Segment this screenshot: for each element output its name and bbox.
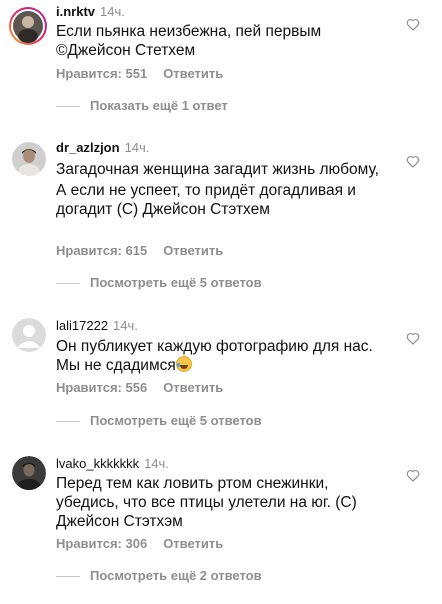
comment-line: А если не успеет, то придёт догадливая и…: [56, 182, 356, 218]
comment-actions: Нравится: 306 Ответить: [56, 536, 223, 552]
divider: [56, 283, 80, 285]
comment-line: ©Джейсон Стетхем: [56, 42, 196, 59]
comment-text: Перед тем как ловить ртом снежинки, убед…: [56, 474, 386, 531]
username[interactable]: dr_azlzjon: [56, 140, 120, 155]
heart-outline-icon[interactable]: [406, 332, 420, 345]
view-replies-label: Посмотреть ещё 5 ответов: [90, 275, 262, 290]
timestamp: 14ч.: [113, 318, 138, 333]
timestamp: 14ч.: [100, 4, 125, 19]
reply-button[interactable]: Ответить: [163, 536, 223, 551]
comment-actions: Нравится: 615 Ответить: [56, 243, 223, 259]
comment-actions: Нравится: 556 Ответить: [56, 380, 223, 396]
likes-count[interactable]: Нравится: 551: [56, 66, 147, 81]
username[interactable]: lvako_kkkkkkk: [56, 456, 139, 471]
laughing-tears-emoji: [175, 356, 192, 372]
comment-actions: Нравится: 551 Ответить: [56, 66, 223, 82]
reply-button[interactable]: Ответить: [163, 66, 223, 81]
view-replies-link[interactable]: Показать ещё 1 ответ: [56, 98, 228, 114]
reply-button[interactable]: Ответить: [163, 243, 223, 258]
comment-line: Если пьянка неизбежна, пей первым: [56, 23, 322, 40]
view-replies-link[interactable]: Посмотреть ещё 5 ответов: [56, 275, 262, 291]
comment-header: lvako_kkkkkkk 14ч.: [56, 456, 169, 472]
comment-header: i.nrktv 14ч.: [56, 4, 125, 20]
comment-line: Он публикует каждую фотографию для нас. …: [56, 338, 373, 374]
likes-count[interactable]: Нравится: 306: [56, 536, 147, 551]
username[interactable]: i.nrktv: [56, 4, 95, 19]
view-replies-link[interactable]: Посмотреть ещё 2 ответов: [56, 568, 262, 584]
comment-line: Перед тем как ловить ртом снежинки, убед…: [56, 475, 357, 530]
heart-outline-icon[interactable]: [406, 469, 420, 482]
comment-header: lali17222 14ч.: [56, 318, 138, 334]
timestamp: 14ч.: [144, 456, 169, 471]
avatar[interactable]: [12, 456, 46, 490]
divider: [56, 106, 80, 108]
view-replies-label: Посмотреть ещё 5 ответов: [90, 413, 262, 428]
comment-text: Он публикует каждую фотографию для нас. …: [56, 337, 386, 375]
view-replies-label: Посмотреть ещё 2 ответов: [90, 568, 262, 583]
timestamp: 14ч.: [124, 140, 150, 155]
divider: [56, 421, 80, 423]
divider: [56, 576, 80, 578]
likes-count[interactable]: Нравится: 615: [56, 243, 147, 258]
heart-outline-icon[interactable]: [406, 18, 420, 31]
view-replies-label: Показать ещё 1 ответ: [90, 98, 228, 113]
comment-text: Загадочная женщина загадит жизнь любому,…: [56, 160, 386, 219]
avatar[interactable]: [12, 142, 46, 176]
likes-count[interactable]: Нравится: 556: [56, 380, 147, 395]
username[interactable]: lali17222: [56, 318, 108, 333]
reply-button[interactable]: Ответить: [163, 380, 223, 395]
view-replies-link[interactable]: Посмотреть ещё 5 ответов: [56, 413, 262, 429]
comment-header: dr_azlzjon 14ч.: [56, 140, 149, 156]
avatar[interactable]: [12, 318, 46, 352]
heart-outline-icon[interactable]: [406, 155, 420, 168]
comment-text: Если пьянка неизбежна, пей первым ©Джейс…: [56, 22, 386, 60]
avatar[interactable]: [8, 6, 48, 46]
comment-line: Загадочная женщина загадит жизнь любому,: [56, 161, 379, 178]
